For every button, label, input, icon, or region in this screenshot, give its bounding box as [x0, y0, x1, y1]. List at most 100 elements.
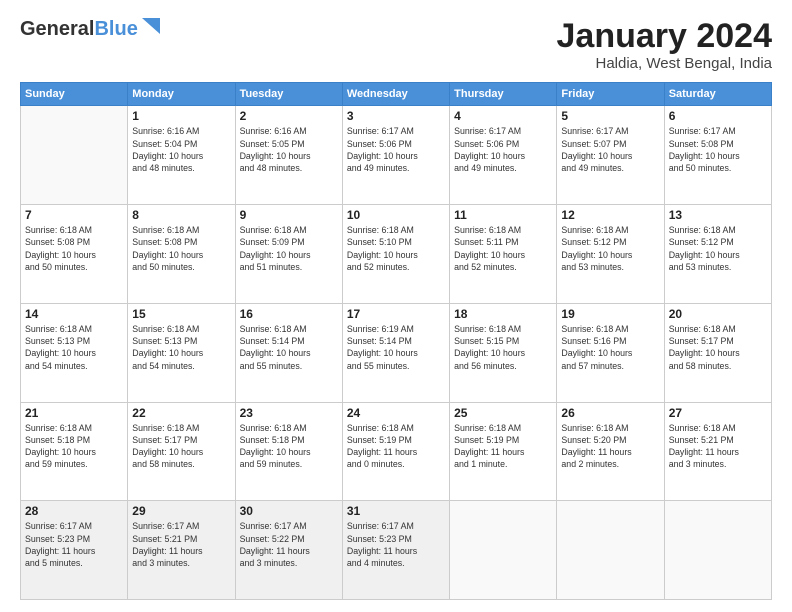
day-cell: 22 Sunrise: 6:18 AM Sunset: 5:17 PM Dayli…: [128, 402, 235, 501]
day-cell: 26 Sunrise: 6:18 AM Sunset: 5:20 PM Dayli…: [557, 402, 664, 501]
day-cell: 3 Sunrise: 6:17 AM Sunset: 5:06 PM Daylig…: [342, 106, 449, 205]
day-info: Sunrise: 6:18 AM Sunset: 5:14 PM Dayligh…: [240, 323, 338, 372]
day-number: 25: [454, 406, 552, 420]
day-cell: 12 Sunrise: 6:18 AM Sunset: 5:12 PM Dayli…: [557, 205, 664, 304]
calendar-title: January 2024: [557, 18, 773, 55]
day-info: Sunrise: 6:18 AM Sunset: 5:19 PM Dayligh…: [347, 422, 445, 471]
day-number: 2: [240, 109, 338, 123]
day-cell: 9 Sunrise: 6:18 AM Sunset: 5:09 PM Daylig…: [235, 205, 342, 304]
day-number: 31: [347, 504, 445, 518]
logo-icon: [140, 16, 162, 38]
day-cell: 7 Sunrise: 6:18 AM Sunset: 5:08 PM Daylig…: [21, 205, 128, 304]
day-info: Sunrise: 6:18 AM Sunset: 5:12 PM Dayligh…: [669, 224, 767, 273]
day-cell: [664, 501, 771, 600]
week-row-5: 28 Sunrise: 6:17 AM Sunset: 5:23 PM Dayli…: [21, 501, 772, 600]
day-info: Sunrise: 6:18 AM Sunset: 5:13 PM Dayligh…: [132, 323, 230, 372]
day-cell: [21, 106, 128, 205]
day-number: 30: [240, 504, 338, 518]
day-cell: 18 Sunrise: 6:18 AM Sunset: 5:15 PM Dayli…: [450, 303, 557, 402]
day-number: 16: [240, 307, 338, 321]
day-info: Sunrise: 6:18 AM Sunset: 5:19 PM Dayligh…: [454, 422, 552, 471]
day-cell: 15 Sunrise: 6:18 AM Sunset: 5:13 PM Dayli…: [128, 303, 235, 402]
day-info: Sunrise: 6:18 AM Sunset: 5:16 PM Dayligh…: [561, 323, 659, 372]
day-info: Sunrise: 6:18 AM Sunset: 5:18 PM Dayligh…: [25, 422, 123, 471]
week-row-2: 7 Sunrise: 6:18 AM Sunset: 5:08 PM Daylig…: [21, 205, 772, 304]
col-thursday: Thursday: [450, 83, 557, 106]
calendar-subtitle: Haldia, West Bengal, India: [557, 55, 773, 72]
day-cell: [557, 501, 664, 600]
day-number: 18: [454, 307, 552, 321]
day-number: 8: [132, 208, 230, 222]
day-number: 7: [25, 208, 123, 222]
day-info: Sunrise: 6:18 AM Sunset: 5:09 PM Dayligh…: [240, 224, 338, 273]
day-number: 1: [132, 109, 230, 123]
day-cell: 17Sunrise: 6:19 AM Sunset: 5:14 PM Dayli…: [342, 303, 449, 402]
day-cell: 16 Sunrise: 6:18 AM Sunset: 5:14 PM Dayli…: [235, 303, 342, 402]
day-number: 6: [669, 109, 767, 123]
day-number: 17: [347, 307, 445, 321]
day-number: 26: [561, 406, 659, 420]
day-number: 14: [25, 307, 123, 321]
day-info: Sunrise: 6:17 AM Sunset: 5:06 PM Dayligh…: [347, 125, 445, 174]
page: GeneralBlue January 2024 Haldia, West Be…: [0, 0, 792, 612]
day-number: 4: [454, 109, 552, 123]
day-info: Sunrise: 6:17 AM Sunset: 5:22 PM Dayligh…: [240, 520, 338, 569]
week-row-4: 21Sunrise: 6:18 AM Sunset: 5:18 PM Dayli…: [21, 402, 772, 501]
day-number: 23: [240, 406, 338, 420]
day-cell: 6 Sunrise: 6:17 AM Sunset: 5:08 PM Daylig…: [664, 106, 771, 205]
day-info: Sunrise: 6:18 AM Sunset: 5:21 PM Dayligh…: [669, 422, 767, 471]
day-cell: 28 Sunrise: 6:17 AM Sunset: 5:23 PM Dayli…: [21, 501, 128, 600]
day-cell: 13Sunrise: 6:18 AM Sunset: 5:12 PM Dayli…: [664, 205, 771, 304]
day-info: Sunrise: 6:18 AM Sunset: 5:15 PM Dayligh…: [454, 323, 552, 372]
day-info: Sunrise: 6:18 AM Sunset: 5:08 PM Dayligh…: [25, 224, 123, 273]
day-number: 11: [454, 208, 552, 222]
day-number: 3: [347, 109, 445, 123]
week-row-3: 14 Sunrise: 6:18 AM Sunset: 5:13 PM Dayli…: [21, 303, 772, 402]
day-info: Sunrise: 6:16 AM Sunset: 5:05 PM Dayligh…: [240, 125, 338, 174]
day-info: Sunrise: 6:16 AM Sunset: 5:04 PM Dayligh…: [132, 125, 230, 174]
col-tuesday: Tuesday: [235, 83, 342, 106]
day-number: 24: [347, 406, 445, 420]
col-saturday: Saturday: [664, 83, 771, 106]
day-cell: 31 Sunrise: 6:17 AM Sunset: 5:23 PM Dayli…: [342, 501, 449, 600]
day-info: Sunrise: 6:17 AM Sunset: 5:21 PM Dayligh…: [132, 520, 230, 569]
day-info: Sunrise: 6:18 AM Sunset: 5:17 PM Dayligh…: [132, 422, 230, 471]
day-cell: [450, 501, 557, 600]
day-cell: 8 Sunrise: 6:18 AM Sunset: 5:08 PM Daylig…: [128, 205, 235, 304]
day-cell: 23Sunrise: 6:18 AM Sunset: 5:18 PM Dayli…: [235, 402, 342, 501]
day-info: Sunrise: 6:17 AM Sunset: 5:06 PM Dayligh…: [454, 125, 552, 174]
day-number: 28: [25, 504, 123, 518]
day-number: 20: [669, 307, 767, 321]
day-cell: 24 Sunrise: 6:18 AM Sunset: 5:19 PM Dayli…: [342, 402, 449, 501]
day-info: Sunrise: 6:18 AM Sunset: 5:20 PM Dayligh…: [561, 422, 659, 471]
title-section: January 2024 Haldia, West Bengal, India: [557, 18, 773, 72]
header-row: Sunday Monday Tuesday Wednesday Thursday…: [21, 83, 772, 106]
day-number: 9: [240, 208, 338, 222]
col-sunday: Sunday: [21, 83, 128, 106]
day-info: Sunrise: 6:17 AM Sunset: 5:23 PM Dayligh…: [347, 520, 445, 569]
day-info: Sunrise: 6:17 AM Sunset: 5:08 PM Dayligh…: [669, 125, 767, 174]
day-info: Sunrise: 6:17 AM Sunset: 5:07 PM Dayligh…: [561, 125, 659, 174]
day-cell: 19Sunrise: 6:18 AM Sunset: 5:16 PM Dayli…: [557, 303, 664, 402]
day-number: 27: [669, 406, 767, 420]
day-number: 29: [132, 504, 230, 518]
day-cell: 1 Sunrise: 6:16 AM Sunset: 5:04 PM Daylig…: [128, 106, 235, 205]
day-info: Sunrise: 6:17 AM Sunset: 5:23 PM Dayligh…: [25, 520, 123, 569]
day-info: Sunrise: 6:18 AM Sunset: 5:10 PM Dayligh…: [347, 224, 445, 273]
day-cell: 11Sunrise: 6:18 AM Sunset: 5:11 PM Dayli…: [450, 205, 557, 304]
day-number: 15: [132, 307, 230, 321]
logo: GeneralBlue: [20, 18, 162, 40]
day-number: 22: [132, 406, 230, 420]
day-info: Sunrise: 6:18 AM Sunset: 5:12 PM Dayligh…: [561, 224, 659, 273]
day-info: Sunrise: 6:18 AM Sunset: 5:08 PM Dayligh…: [132, 224, 230, 273]
day-cell: 21Sunrise: 6:18 AM Sunset: 5:18 PM Dayli…: [21, 402, 128, 501]
day-number: 12: [561, 208, 659, 222]
day-cell: 14Sunrise: 6:18 AM Sunset: 5:13 PM Dayli…: [21, 303, 128, 402]
day-cell: 10Sunrise: 6:18 AM Sunset: 5:10 PM Dayli…: [342, 205, 449, 304]
day-cell: 4 Sunrise: 6:17 AM Sunset: 5:06 PM Daylig…: [450, 106, 557, 205]
day-cell: 30 Sunrise: 6:17 AM Sunset: 5:22 PM Dayli…: [235, 501, 342, 600]
col-monday: Monday: [128, 83, 235, 106]
day-cell: 5Sunrise: 6:17 AM Sunset: 5:07 PM Daylig…: [557, 106, 664, 205]
logo-text: GeneralBlue: [20, 18, 138, 40]
col-friday: Friday: [557, 83, 664, 106]
